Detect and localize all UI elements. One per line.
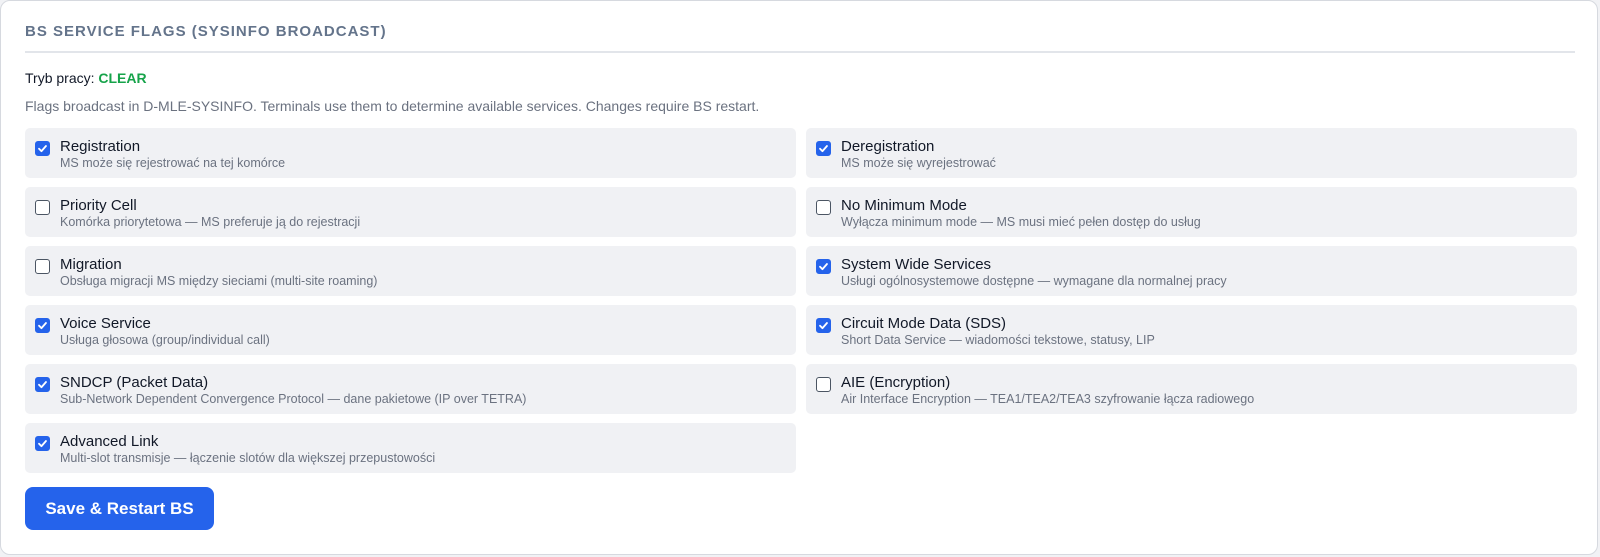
check-icon — [819, 145, 828, 153]
check-icon — [38, 440, 47, 448]
flag-description: Usługi ogólnosystemowe dostępne — wymaga… — [841, 274, 1227, 288]
check-icon — [38, 145, 47, 153]
flag-text: No Minimum Mode Wyłącza minimum mode — M… — [841, 197, 1201, 230]
flag-checkbox[interactable] — [816, 377, 831, 392]
flag-item-deregistration[interactable]: Deregistration MS może się wyrejestrować — [806, 128, 1577, 178]
flag-text: AIE (Encryption) Air Interface Encryptio… — [841, 374, 1254, 407]
flag-description: MS może się wyrejestrować — [841, 156, 996, 170]
flag-item-no-minimum-mode[interactable]: No Minimum Mode Wyłącza minimum mode — M… — [806, 187, 1577, 237]
save-restart-button[interactable]: Save & Restart BS — [25, 487, 214, 530]
flag-item-sndcp-packet-data[interactable]: SNDCP (Packet Data) Sub-Network Dependen… — [25, 364, 796, 414]
flag-item-aie-encryption[interactable]: AIE (Encryption) Air Interface Encryptio… — [806, 364, 1577, 414]
flag-item-circuit-mode-data-sds[interactable]: Circuit Mode Data (SDS) Short Data Servi… — [806, 305, 1577, 355]
flag-item-priority-cell[interactable]: Priority Cell Komórka priorytetowa — MS … — [25, 187, 796, 237]
flag-checkbox[interactable] — [35, 200, 50, 215]
flag-item-advanced-link[interactable]: Advanced Link Multi-slot transmisje — łą… — [25, 423, 796, 473]
flag-text: Circuit Mode Data (SDS) Short Data Servi… — [841, 315, 1155, 348]
flag-checkbox[interactable] — [816, 200, 831, 215]
flag-label: System Wide Services — [841, 256, 992, 273]
panel-description: Flags broadcast in D-MLE-SYSINFO. Termin… — [25, 98, 760, 114]
mode-label: Tryb pracy: — [25, 70, 95, 86]
flag-checkbox[interactable] — [35, 377, 50, 392]
flag-text: Priority Cell Komórka priorytetowa — MS … — [60, 197, 360, 230]
flag-label: AIE (Encryption) — [841, 374, 951, 391]
mode-value: CLEAR — [98, 70, 147, 86]
title-divider — [25, 51, 1575, 53]
flag-label: No Minimum Mode — [841, 197, 967, 214]
flag-description: Usługa głosowa (group/individual call) — [60, 333, 270, 347]
flag-label: Migration — [60, 256, 122, 273]
flag-description: Wyłącza minimum mode — MS musi mieć pełe… — [841, 215, 1201, 229]
operating-mode: Tryb pracy: CLEAR — [25, 69, 1573, 87]
flag-text: Deregistration MS może się wyrejestrować — [841, 138, 996, 171]
flag-text: Registration MS może się rejestrować na … — [60, 138, 285, 171]
flag-description: Air Interface Encryption — TEA1/TEA2/TEA… — [841, 392, 1255, 406]
flag-text: SNDCP (Packet Data) Sub-Network Dependen… — [60, 374, 526, 407]
flag-label: Priority Cell — [60, 197, 137, 214]
flag-text: Advanced Link Multi-slot transmisje — łą… — [60, 433, 435, 466]
flag-label: Advanced Link — [60, 433, 159, 450]
flags-grid: Registration MS może się rejestrować na … — [25, 128, 1577, 473]
flag-checkbox[interactable] — [35, 318, 50, 333]
flag-label: Voice Service — [60, 315, 151, 332]
check-icon — [819, 322, 828, 330]
flag-item-system-wide-services[interactable]: System Wide Services Usługi ogólnosystem… — [806, 246, 1577, 296]
flag-description: MS może się rejestrować na tej komórce — [60, 156, 286, 170]
flag-description: Obsługa migracji MS między sieciami (mul… — [60, 274, 378, 288]
check-icon — [38, 322, 47, 330]
flag-checkbox[interactable] — [35, 141, 50, 156]
flag-label: SNDCP (Packet Data) — [60, 374, 209, 391]
check-icon — [38, 381, 47, 389]
flag-description: Sub-Network Dependent Convergence Protoc… — [60, 392, 527, 406]
service-flags-panel: BS SERVICE FLAGS (SYSINFO BROADCAST) Try… — [0, 0, 1598, 555]
flag-checkbox[interactable] — [816, 318, 831, 333]
flag-checkbox[interactable] — [816, 259, 831, 274]
flag-description: Short Data Service — wiadomości tekstowe… — [841, 333, 1155, 347]
flag-description: Komórka priorytetowa — MS preferuje ją d… — [60, 215, 361, 229]
panel-title: BS SERVICE FLAGS (SYSINFO BROADCAST) — [25, 23, 387, 40]
flag-checkbox[interactable] — [35, 259, 50, 274]
flag-item-migration[interactable]: Migration Obsługa migracji MS między sie… — [25, 246, 796, 296]
flag-item-registration[interactable]: Registration MS może się rejestrować na … — [25, 128, 796, 178]
flag-text: Migration Obsługa migracji MS między sie… — [60, 256, 377, 289]
flag-description: Multi-slot transmisje — łączenie slotów … — [60, 451, 436, 465]
flag-text: System Wide Services Usługi ogólnosystem… — [841, 256, 1227, 289]
flag-label: Registration — [60, 138, 141, 155]
flag-checkbox[interactable] — [35, 436, 50, 451]
flag-item-voice-service[interactable]: Voice Service Usługa głosowa (group/indi… — [25, 305, 796, 355]
flag-label: Circuit Mode Data (SDS) — [841, 315, 1007, 332]
flag-label: Deregistration — [841, 138, 935, 155]
check-icon — [819, 263, 828, 271]
flag-checkbox[interactable] — [816, 141, 831, 156]
flag-text: Voice Service Usługa głosowa (group/indi… — [60, 315, 270, 348]
